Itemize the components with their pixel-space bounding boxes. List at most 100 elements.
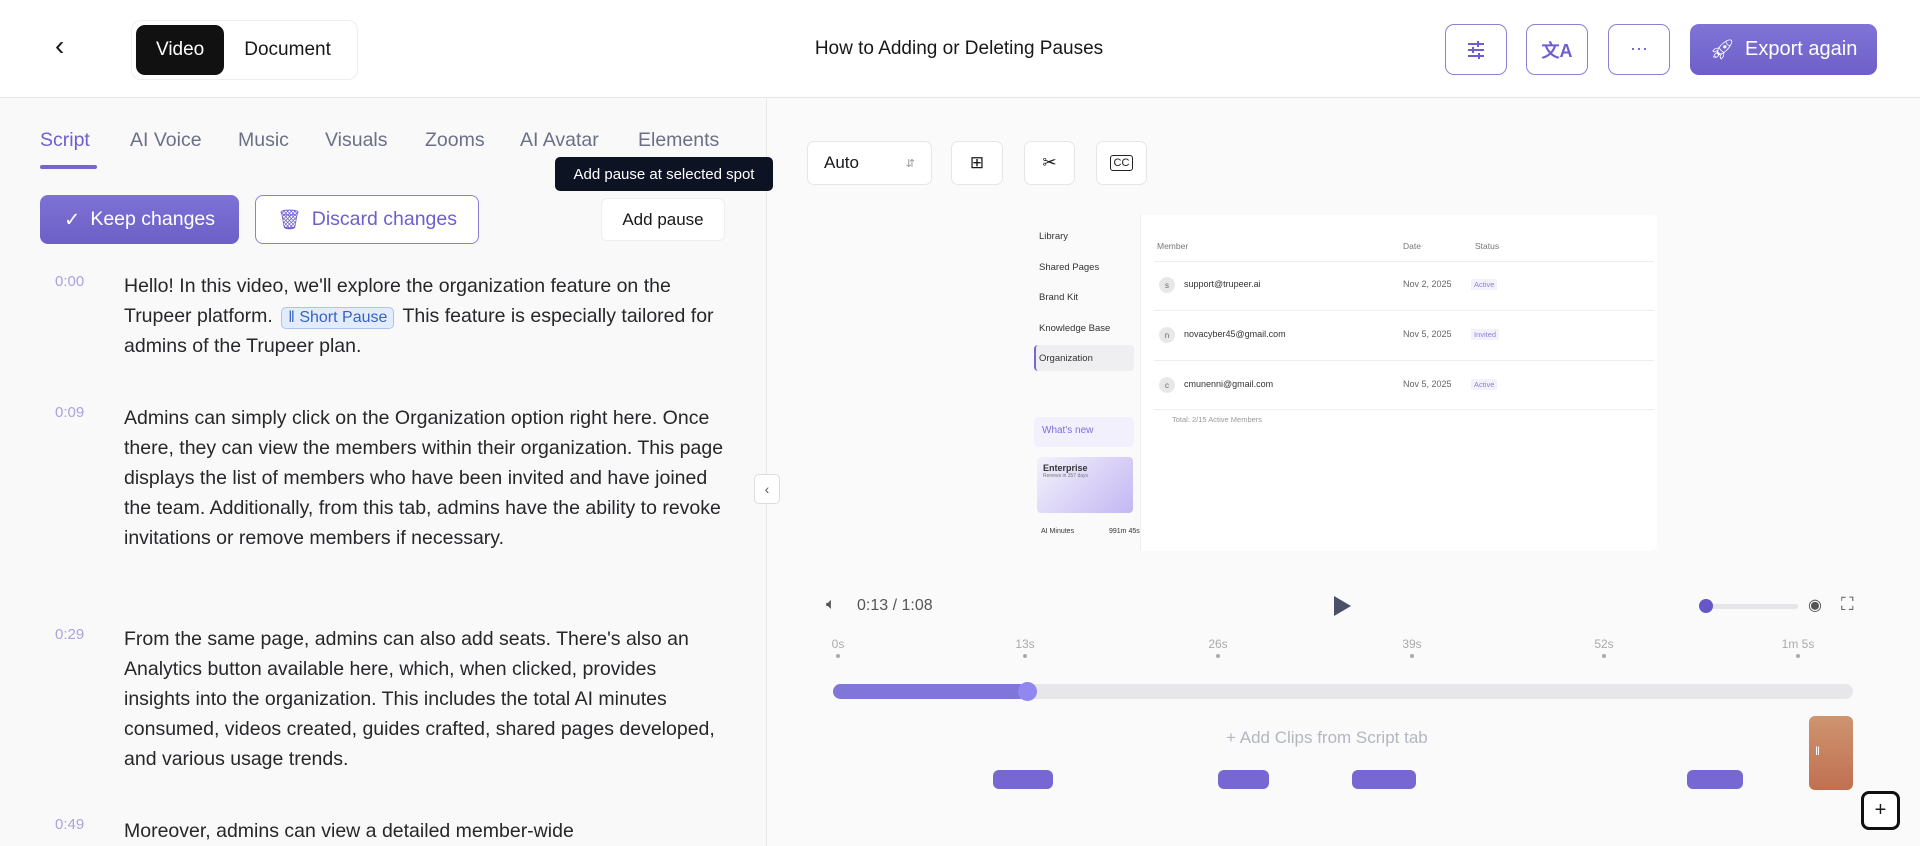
divider bbox=[1154, 310, 1654, 311]
divider bbox=[1154, 360, 1654, 361]
script-paragraph[interactable]: Admins can simply click on the Organizat… bbox=[124, 403, 724, 553]
member-date: Nov 5, 2025 bbox=[1403, 329, 1452, 339]
avatar: s bbox=[1159, 277, 1175, 293]
discard-changes-button[interactable]: 🗑︎ Discard changes bbox=[255, 195, 479, 244]
more-options-button[interactable]: ⋯ bbox=[1608, 24, 1670, 75]
column-status: Status bbox=[1475, 241, 1500, 251]
keep-label: Keep changes bbox=[90, 208, 216, 230]
page-title: How to Adding or Deleting Pauses bbox=[814, 38, 1104, 59]
member-email: novacyber45@gmail.com bbox=[1184, 329, 1286, 339]
ai-minutes-label: AI Minutes bbox=[1041, 528, 1075, 535]
zoom-slider-handle[interactable] bbox=[1699, 599, 1713, 613]
active-tab-indicator bbox=[40, 165, 97, 169]
short-pause-chip[interactable]: ‖ Short Pause bbox=[281, 307, 395, 329]
crop-button[interactable]: ⊞ bbox=[951, 141, 1003, 185]
tab-script[interactable]: Script bbox=[40, 129, 90, 152]
eye-icon[interactable]: ◉ bbox=[1808, 595, 1822, 615]
zoom-slider[interactable] bbox=[1705, 604, 1798, 609]
status-badge: Active bbox=[1471, 279, 1498, 290]
ruler-tick bbox=[836, 654, 840, 658]
pause-clip[interactable] bbox=[1687, 770, 1743, 789]
ruler-label: 1m 5s bbox=[1781, 637, 1815, 651]
aspect-select[interactable]: Auto ⇵ bbox=[807, 141, 932, 185]
preview-whats-new: What's new bbox=[1034, 417, 1134, 447]
ruler-label: 52s bbox=[1594, 637, 1614, 651]
timestamp: 0:09 bbox=[55, 404, 85, 421]
pause-clip[interactable] bbox=[993, 770, 1053, 789]
tab-ai-avatar[interactable]: AI Avatar bbox=[520, 129, 599, 152]
ruler-label: 26s bbox=[1208, 637, 1228, 651]
script-paragraph[interactable]: From the same page, admins can also add … bbox=[124, 624, 724, 774]
plus-icon: + bbox=[1874, 799, 1887, 821]
ai-minutes-value: 991m 45s bbox=[1109, 528, 1140, 535]
total-members: Total: 2/15 Active Members bbox=[1172, 415, 1263, 424]
timeline-playhead[interactable] bbox=[1017, 682, 1037, 701]
ruler-label: 39s bbox=[1402, 637, 1422, 651]
translate-button[interactable]: 文A bbox=[1526, 24, 1588, 75]
preview-nav-library: Library bbox=[1039, 231, 1069, 242]
script-paragraph[interactable]: Moreover, admins can view a detailed mem… bbox=[124, 816, 724, 846]
plus-icon: + bbox=[1226, 728, 1236, 747]
timestamp: 0:29 bbox=[55, 626, 85, 643]
cc-icon: CC bbox=[1109, 155, 1134, 171]
preview-nav-knowledge-base: Knowledge Base bbox=[1039, 323, 1111, 334]
chip-label: Short Pause bbox=[299, 309, 388, 326]
tab-ai-voice[interactable]: AI Voice bbox=[130, 129, 202, 152]
ruler-tick bbox=[1023, 654, 1027, 658]
timeline-progress bbox=[833, 684, 1027, 699]
play-button[interactable] bbox=[1334, 596, 1351, 616]
back-chevron-icon[interactable]: ‹ bbox=[55, 30, 64, 62]
divider bbox=[1154, 261, 1654, 262]
add-pause-button[interactable]: Add pause bbox=[601, 198, 725, 241]
rocket-icon: 🚀︎ bbox=[1709, 39, 1736, 61]
fullscreen-icon[interactable]: ⛶ bbox=[1841, 594, 1854, 615]
export-label: Export again bbox=[1745, 38, 1858, 60]
ruler-tick bbox=[1796, 654, 1800, 658]
captions-button[interactable]: CC bbox=[1096, 141, 1147, 185]
settings-sliders-button[interactable] bbox=[1445, 24, 1507, 75]
translate-icon: 文A bbox=[1541, 40, 1573, 61]
script-paragraph[interactable]: Hello! In this video, we'll explore the … bbox=[124, 271, 724, 361]
video-preview[interactable]: Library Shared Pages Brand Kit Knowledge… bbox=[1029, 215, 1657, 551]
plan-renews: Renews in 357 days bbox=[1043, 473, 1089, 479]
timestamp: 0:00 bbox=[55, 273, 85, 290]
tab-elements[interactable]: Elements bbox=[638, 129, 719, 152]
pause-clip[interactable] bbox=[1218, 770, 1269, 789]
member-date: Nov 5, 2025 bbox=[1403, 379, 1452, 389]
more-dots-icon: ⋯ bbox=[1630, 39, 1648, 59]
chevron-updown-icon: ⇵ bbox=[905, 157, 915, 170]
ruler-tick bbox=[1602, 654, 1606, 658]
export-again-button[interactable]: 🚀︎ Export again bbox=[1690, 24, 1877, 75]
add-clips-button[interactable]: + Add Clips from Script tab bbox=[1226, 728, 1428, 748]
tab-video[interactable]: Video bbox=[136, 25, 225, 75]
ruler-label: 13s bbox=[1015, 637, 1035, 651]
ruler-tick bbox=[1216, 654, 1220, 658]
check-circle-icon: ✓ bbox=[63, 208, 81, 231]
tab-music[interactable]: Music bbox=[238, 129, 289, 152]
collapse-panel-button[interactable]: ‹ bbox=[754, 474, 780, 504]
time-separator: / bbox=[888, 597, 902, 614]
add-clips-label: Add Clips from Script tab bbox=[1239, 728, 1428, 747]
divider bbox=[1154, 409, 1654, 410]
cut-button[interactable]: ✂ bbox=[1024, 141, 1075, 185]
member-date: Nov 2, 2025 bbox=[1403, 279, 1452, 289]
plan-name: Enterprise bbox=[1043, 463, 1088, 473]
column-date: Date bbox=[1403, 241, 1421, 251]
preview-nav-organization: Organization bbox=[1039, 353, 1093, 364]
total-time: 1:08 bbox=[901, 597, 933, 614]
tab-document[interactable]: Document bbox=[224, 25, 351, 75]
add-block-button[interactable]: + bbox=[1861, 791, 1900, 830]
end-clip-handle[interactable]: ‖ bbox=[1809, 716, 1853, 790]
avatar: c bbox=[1159, 377, 1175, 393]
keep-changes-button[interactable]: ✓ Keep changes bbox=[40, 195, 239, 244]
chevron-left-icon: ‹ bbox=[764, 481, 770, 497]
ruler-tick bbox=[1410, 654, 1414, 658]
pause-icon: ‖ bbox=[288, 309, 295, 326]
mode-toggle: Video Document bbox=[131, 20, 358, 80]
pause-clip[interactable] bbox=[1352, 770, 1416, 789]
tab-zooms[interactable]: Zooms bbox=[425, 129, 485, 152]
volume-icon[interactable]: 🔈︎ bbox=[826, 596, 836, 614]
tab-visuals[interactable]: Visuals bbox=[325, 129, 388, 152]
avatar: n bbox=[1159, 327, 1175, 343]
trash-icon: 🗑︎ bbox=[276, 208, 302, 231]
